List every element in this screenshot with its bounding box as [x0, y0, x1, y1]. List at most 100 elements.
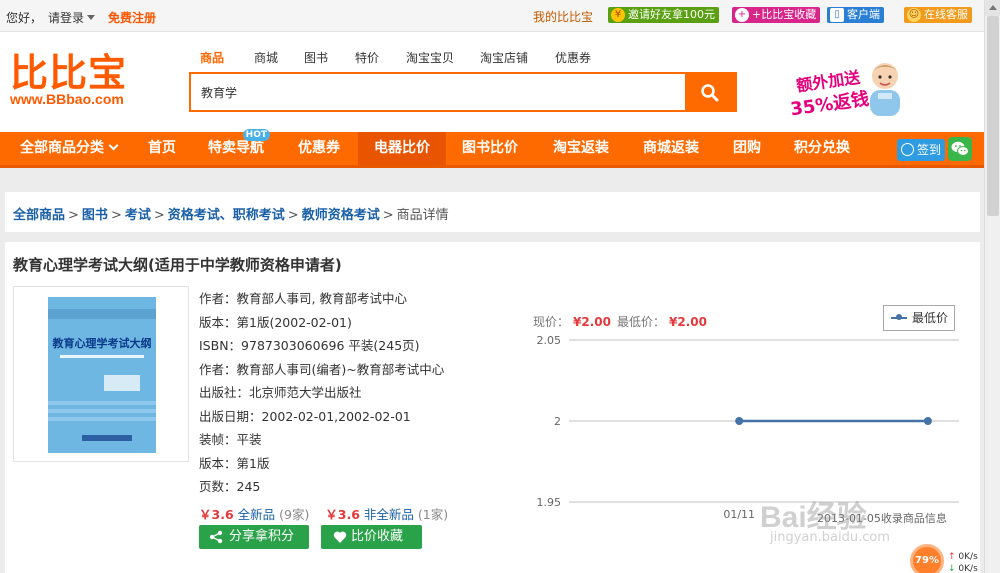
compare-favorite-label: 比价收藏 [351, 529, 404, 544]
product-title: 教育心理学考试大纲(适用于中学教师资格申请者) [13, 256, 342, 274]
chevron-down-icon [87, 15, 96, 20]
upload-speed-value: 0K/s [958, 552, 978, 562]
download-speed: ↓ 0K/s [948, 564, 978, 573]
online-service-button[interactable]: ☺ 在线客服 [904, 7, 972, 23]
data-point [735, 417, 744, 425]
hot-badge: HOT [242, 129, 270, 141]
cover-stripe [48, 401, 156, 405]
mobile-icon: ▯ [830, 8, 844, 22]
share-icon [209, 530, 223, 544]
current-price-label: 现价： [533, 315, 570, 329]
chart-legend[interactable]: 最低价 [883, 305, 955, 331]
sign-in-button[interactable]: 签到 [897, 139, 945, 161]
header: 比比宝 www.BBbao.com 商品 商城 图书 特价 淘宝宝贝 淘宝店铺 … [0, 32, 984, 132]
used-price: ￥3.6 [325, 507, 360, 522]
info-author: 作者：教育部人事司, 教育部考试中心 [199, 291, 407, 306]
x-tick-label: 01/11 [723, 508, 755, 521]
breadcrumb: 全部商品 > 图书 > 考试 > 资格考试、职称考试 > 教师资格考试 > 商品详情 [5, 192, 980, 232]
search-icon [701, 84, 719, 102]
y-tick-label: 2.05 [537, 334, 562, 347]
lowest-price-label: 最低价： [616, 315, 665, 329]
search-input[interactable] [191, 74, 687, 110]
price-summary: 现价： ¥2.00 最低价： ¥2.00 [533, 313, 713, 330]
search-button[interactable] [685, 74, 735, 110]
breadcrumb-books[interactable]: 图书 [82, 208, 108, 223]
search-tab-taobao-items[interactable]: 淘宝宝贝 [406, 49, 454, 66]
search-tab-books[interactable]: 图书 [304, 49, 328, 66]
client-download-button[interactable]: ▯ 客户端 [827, 7, 884, 23]
nav-item-taobao-rebate[interactable]: 淘宝返装 [553, 132, 609, 165]
info-edition: 版本：第1版(2002-02-01) [199, 314, 352, 330]
breadcrumb-all-products[interactable]: 全部商品 [13, 208, 65, 223]
download-speed-value: 0K/s [958, 564, 978, 573]
login-link[interactable]: 请登录 [48, 9, 96, 26]
info-publish-date: 出版日期：2002-02-01,2002-02-01 [199, 408, 411, 424]
breadcrumb-teacher-qualification[interactable]: 教师资格考试 [302, 208, 380, 223]
coin-icon: ¥ [611, 8, 625, 22]
new-price: ￥3.6 [199, 507, 234, 522]
baby-illustration-icon [870, 63, 900, 116]
wechat-button[interactable] [948, 137, 972, 161]
service-label: 在线客服 [924, 8, 968, 21]
wechat-icon [951, 141, 969, 156]
down-arrow-icon: ↓ [948, 564, 956, 573]
scroll-up-arrow-icon[interactable] [985, 0, 1000, 16]
speed-percent: 79% [910, 544, 944, 573]
share-points-label: 分享拿积分 [229, 529, 295, 544]
nav-item-appliance-compare[interactable]: 电器比价 [358, 132, 446, 165]
lowest-price-value: ¥2.00 [669, 315, 707, 329]
smile-icon: ☺ [907, 8, 921, 22]
used-count: (1家) [417, 507, 449, 522]
search-tab-products[interactable]: 商品 [200, 49, 224, 66]
my-bbb-link[interactable]: 我的比比宝 [533, 8, 593, 25]
breadcrumb-separator: > [287, 208, 299, 223]
breadcrumb-exams[interactable]: 考试 [125, 208, 151, 223]
nav-item-group-buy[interactable]: 团购 [733, 132, 761, 165]
nav-all-categories[interactable]: 全部商品分类 [20, 132, 119, 165]
search-tab-mall[interactable]: 商城 [254, 49, 278, 66]
heart-icon [333, 531, 347, 543]
search-tab-coupons[interactable]: 优惠券 [555, 49, 591, 66]
product-panel: 教育心理学考试大纲(适用于中学教师资格申请者) 教育心理学考试大纲 作者：教育部… [5, 242, 980, 573]
info-editor: 作者：教育部人事司(编者)~教育部考试中心 [199, 361, 445, 377]
nav-item-mall-rebate[interactable]: 商城返装 [643, 132, 699, 165]
used-type-link[interactable]: 非全新品 [364, 507, 414, 522]
nav-item-sale-guide[interactable]: 特卖导航 HOT [208, 129, 270, 165]
breadcrumb-separator: > [110, 208, 122, 223]
register-link[interactable]: 免费注册 [108, 9, 156, 26]
add-favorite-label: +比比宝收藏 [752, 8, 817, 21]
cover-subtitle-bar [60, 355, 144, 358]
legend-line-marker-icon [891, 314, 907, 320]
scroll-thumb[interactable] [987, 16, 999, 216]
y-tick-label: 1.95 [537, 496, 562, 509]
invite-label: 邀请好友拿100元 [628, 8, 715, 21]
new-type-link[interactable]: 全新品 [238, 507, 276, 522]
upload-speed: ↑ 0K/s [948, 552, 978, 562]
search-tab-specials[interactable]: 特价 [355, 49, 379, 66]
nav-item-points-exchange[interactable]: 积分兑换 [794, 132, 850, 165]
product-image-frame[interactable]: 教育心理学考试大纲 [13, 286, 189, 462]
price-summary-line: ￥3.6 全新品 (9家) ￥3.6 非全新品 (1家) [199, 504, 448, 523]
info-publisher: 出版社：北京师范大学出版社 [199, 385, 362, 400]
site-logo[interactable]: 比比宝 www.BBbao.com [10, 51, 127, 107]
main-nav: 全部商品分类 首页 特卖导航 HOT 优惠券 电器比价 图书比价 淘宝返装 商城返… [0, 129, 984, 168]
promo-banner[interactable]: 额外加送 35%返钱 [778, 60, 916, 128]
book-cover: 教育心理学考试大纲 [48, 297, 156, 453]
compare-favorite-button[interactable]: 比价收藏 [321, 525, 422, 549]
breadcrumb-qualification-exams[interactable]: 资格考试、职称考试 [168, 208, 285, 223]
invite-friends-button[interactable]: ¥ 邀请好友拿100元 [608, 7, 719, 23]
nav-item-book-compare[interactable]: 图书比价 [462, 132, 518, 165]
plus-icon: + [735, 8, 749, 22]
cover-title: 教育心理学考试大纲 [52, 337, 152, 350]
info-version: 版本：第1版 [199, 455, 270, 471]
breadcrumb-separator: > [382, 208, 394, 223]
nav-item-coupons[interactable]: 优惠券 [298, 132, 340, 165]
page-scrollbar[interactable] [984, 0, 1000, 573]
search-tab-taobao-shops[interactable]: 淘宝店铺 [480, 49, 528, 66]
add-favorite-button[interactable]: + +比比宝收藏 [732, 7, 821, 23]
current-price-value: ¥2.00 [573, 315, 611, 329]
client-label: 客户端 [847, 8, 880, 21]
network-speed-widget[interactable]: 79% ↑ 0K/s ↓ 0K/s [910, 544, 984, 573]
nav-item-home[interactable]: 首页 [148, 132, 176, 165]
share-points-button[interactable]: 分享拿积分 [199, 525, 309, 549]
